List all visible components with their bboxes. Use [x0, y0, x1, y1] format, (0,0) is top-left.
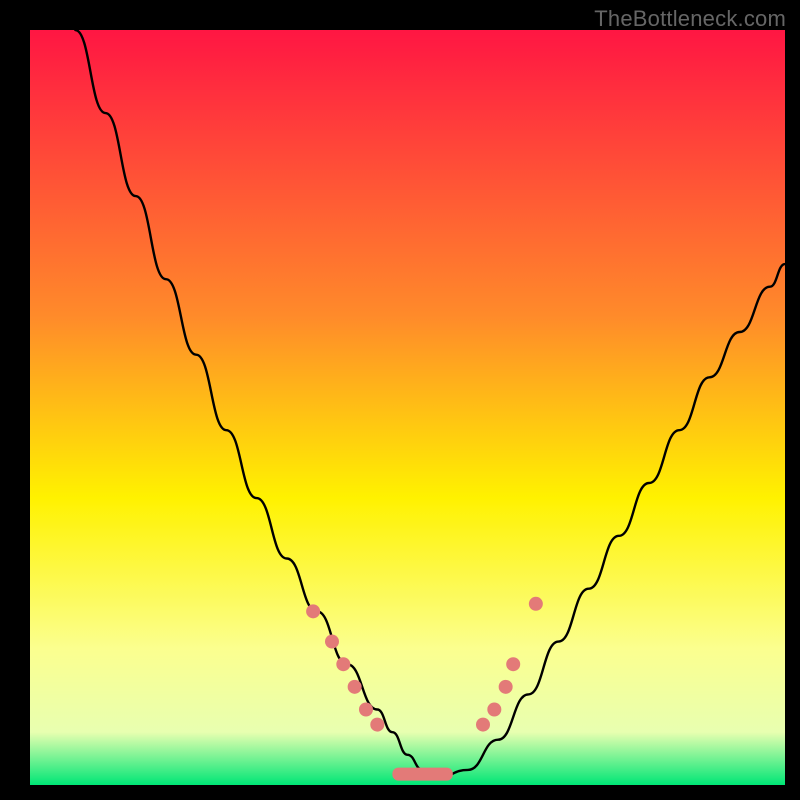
bottom-flat-marker: [392, 768, 452, 781]
right-dot-1: [476, 718, 490, 732]
watermark-text: TheBottleneck.com: [594, 6, 786, 32]
right-dot-4: [506, 657, 520, 671]
left-dot-6: [370, 718, 384, 732]
outer-frame: TheBottleneck.com: [0, 0, 800, 800]
right-dot-3: [499, 680, 513, 694]
left-dot-3: [336, 657, 350, 671]
left-dot-4: [348, 680, 362, 694]
gradient-background: [30, 30, 785, 785]
left-dot-2: [325, 635, 339, 649]
left-dot-1: [306, 604, 320, 618]
right-dot-5: [529, 597, 543, 611]
chart-svg: [30, 30, 785, 785]
left-dot-5: [359, 703, 373, 717]
right-dot-2: [487, 703, 501, 717]
plot-area: [30, 30, 785, 785]
